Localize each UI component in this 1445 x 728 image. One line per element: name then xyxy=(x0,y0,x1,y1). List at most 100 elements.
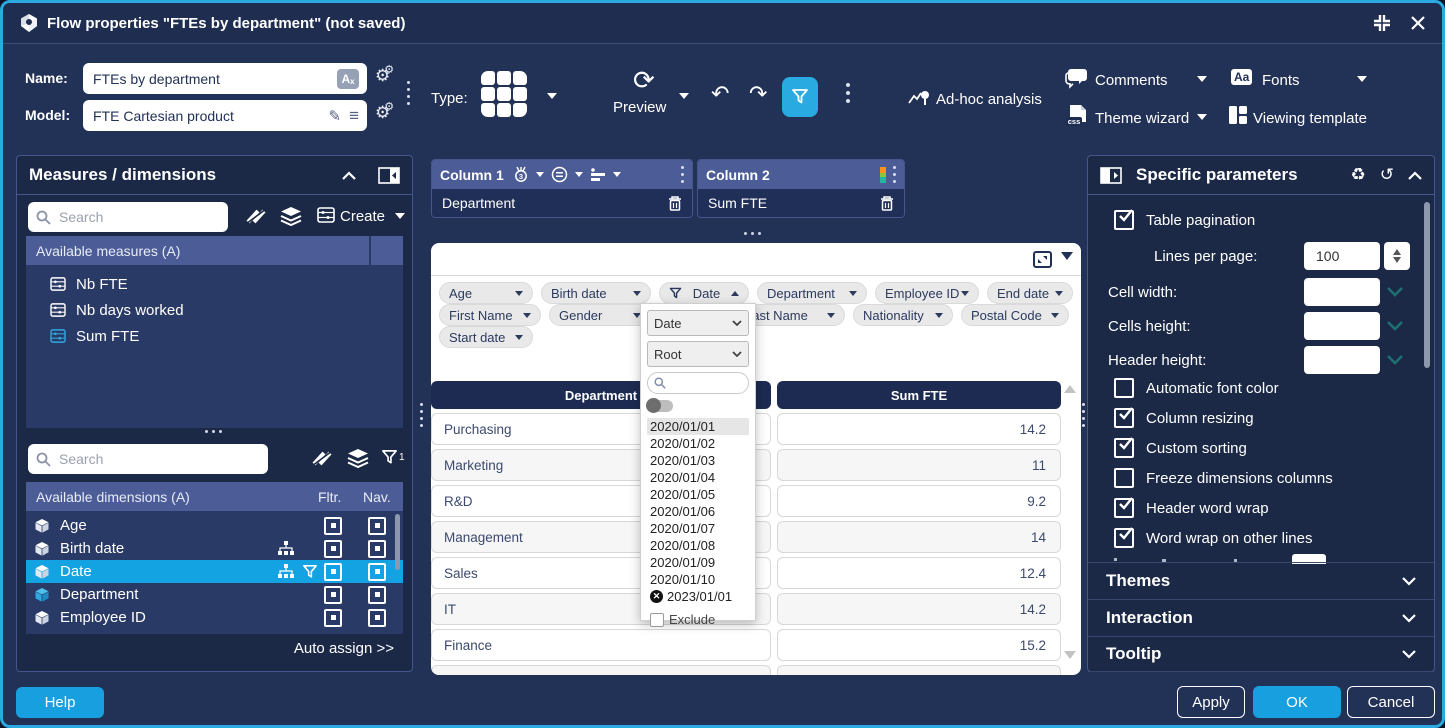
redo-icon[interactable]: ↷ xyxy=(749,81,767,107)
date-option-removed[interactable]: ✕2023/01/01 xyxy=(647,588,749,605)
date-option[interactable]: 2020/01/10 xyxy=(647,571,749,588)
right-splitter-handle[interactable] xyxy=(1082,403,1085,427)
measures-search-input[interactable] xyxy=(57,208,220,226)
column1-field[interactable]: Department xyxy=(432,189,692,217)
fltr-checkbox[interactable] xyxy=(324,517,342,535)
column-resizing-checkbox[interactable] xyxy=(1114,408,1134,428)
translate-icon[interactable]: Ax xyxy=(337,69,359,89)
measure-item-selected[interactable]: Sum FTE xyxy=(26,323,403,349)
model-settings-gears-icon[interactable]: ⚙⚙ xyxy=(375,103,400,123)
edit-model-icon[interactable]: ✎ xyxy=(329,107,342,125)
root-select[interactable]: Root xyxy=(647,341,749,367)
fonts-button[interactable]: Fonts xyxy=(1262,72,1300,89)
model-input[interactable] xyxy=(83,101,329,131)
preview-dropdown-icon[interactable] xyxy=(679,93,689,99)
dimension-row-age[interactable]: Age xyxy=(26,514,403,537)
dimension-row-birth-date[interactable]: Birth date xyxy=(26,537,403,560)
automatic-font-color-checkbox[interactable] xyxy=(1114,378,1134,398)
section-interaction[interactable]: Interaction xyxy=(1088,599,1434,636)
toolbar-splitter-handle[interactable] xyxy=(407,81,410,105)
columns-splitter-handle[interactable] xyxy=(744,232,761,235)
apply-button[interactable]: Apply xyxy=(1177,686,1245,718)
hide-dimensions-icon[interactable] xyxy=(310,450,334,468)
comments-button[interactable]: Comments xyxy=(1095,72,1168,89)
preview-refresh-icon[interactable]: ⟳ xyxy=(633,65,655,96)
maximize-preview-icon[interactable] xyxy=(1033,251,1052,268)
filter-chip-birth-date[interactable]: Birth date xyxy=(541,282,651,304)
auto-assign-link[interactable]: Auto assign >> xyxy=(294,640,394,657)
fonts-dropdown-icon[interactable] xyxy=(1357,76,1367,82)
nav-checkbox[interactable] xyxy=(368,517,386,535)
select-all-toggle[interactable] xyxy=(647,400,673,412)
filter-toggle-button[interactable] xyxy=(782,77,818,117)
create-button[interactable]: Create xyxy=(340,208,385,225)
exclude-option[interactable]: Exclude xyxy=(647,611,749,628)
theme-wizard-button[interactable]: Theme wizard xyxy=(1095,110,1189,127)
undo-icon[interactable]: ↶ xyxy=(711,81,729,107)
history-icon[interactable]: ↺ xyxy=(1380,165,1394,185)
fltr-checkbox[interactable] xyxy=(324,609,342,627)
freeze-dimensions-columns-row[interactable]: Freeze dimensions columns xyxy=(1114,468,1333,488)
cancel-button[interactable]: Cancel xyxy=(1347,686,1435,718)
remove-column1-icon[interactable] xyxy=(668,195,682,211)
date-option[interactable]: 2020/01/01 xyxy=(647,418,749,435)
date-option[interactable]: 2020/01/09 xyxy=(647,554,749,571)
header-word-wrap-row[interactable]: Header word wrap xyxy=(1114,498,1269,518)
column2-menu-icon[interactable] xyxy=(893,166,896,183)
date-option[interactable]: 2020/01/05 xyxy=(647,486,749,503)
nav-checkbox[interactable] xyxy=(368,563,386,581)
fltr-checkbox[interactable] xyxy=(324,540,342,558)
ranking-icon[interactable]: 3 xyxy=(513,166,529,183)
header-height-unit-dropdown-icon[interactable] xyxy=(1386,354,1404,365)
expand-panel-icon[interactable] xyxy=(1100,167,1122,184)
table-scroll-up-icon[interactable] xyxy=(1064,385,1076,393)
dimension-row-date-selected[interactable]: Date xyxy=(26,560,403,583)
filter-chip-department[interactable]: Department xyxy=(757,282,867,304)
name-localization-gears-icon[interactable]: ⚙⚙ xyxy=(375,66,400,86)
section-tooltip[interactable]: Tooltip xyxy=(1088,636,1434,672)
reset-parameters-icon[interactable]: ♻ xyxy=(1351,165,1366,185)
section-themes[interactable]: Themes xyxy=(1088,562,1434,599)
nav-checkbox[interactable] xyxy=(368,586,386,604)
table-scroll-down-icon[interactable] xyxy=(1064,651,1076,659)
filter-chip-employee-id[interactable]: Employee ID xyxy=(875,282,979,304)
color-scale-icon[interactable] xyxy=(880,167,886,183)
date-option[interactable]: 2020/01/03 xyxy=(647,452,749,469)
sort-icon[interactable] xyxy=(590,168,606,182)
custom-sorting-row[interactable]: Custom sorting xyxy=(1114,438,1247,458)
column-resizing-row[interactable]: Column resizing xyxy=(1114,408,1254,428)
layers-icon[interactable] xyxy=(347,448,369,468)
adhoc-analysis-button[interactable]: Ad-hoc analysis xyxy=(936,91,1042,108)
cell-width-input[interactable] xyxy=(1304,278,1380,306)
date-option[interactable]: 2020/01/06 xyxy=(647,503,749,520)
table-pagination-row[interactable]: Table pagination xyxy=(1114,210,1255,230)
active-filters-icon[interactable]: 1 xyxy=(381,449,404,471)
comments-dropdown-icon[interactable] xyxy=(1197,76,1207,82)
dimensions-search-input[interactable] xyxy=(57,450,260,468)
collapse-chevron-icon[interactable] xyxy=(1408,171,1422,180)
filter-chip-date-open[interactable]: Date xyxy=(659,282,749,304)
freeze-dimensions-columns-checkbox[interactable] xyxy=(1114,468,1134,488)
date-option[interactable]: 2020/01/07 xyxy=(647,520,749,537)
exclude-checkbox[interactable] xyxy=(650,613,664,627)
date-option[interactable]: 2020/01/02 xyxy=(647,435,749,452)
restore-window-icon[interactable] xyxy=(1372,13,1392,33)
popup-search-input[interactable] xyxy=(647,372,749,394)
remove-date-icon[interactable]: ✕ xyxy=(650,590,663,603)
model-menu-icon[interactable]: ≡ xyxy=(349,106,359,126)
hide-measures-icon[interactable] xyxy=(244,208,268,226)
automatic-font-color-row[interactable]: Automatic font color xyxy=(1114,378,1279,398)
collapse-chevron-icon[interactable] xyxy=(342,171,356,180)
filter-chip-gender[interactable]: Gender xyxy=(549,304,651,326)
more-tools-menu-icon[interactable] xyxy=(846,83,850,103)
parameters-scrollbar[interactable] xyxy=(1424,202,1430,368)
cell-width-unit-dropdown-icon[interactable] xyxy=(1386,286,1404,297)
preview-label[interactable]: Preview xyxy=(613,99,666,116)
lines-per-page-stepper[interactable] xyxy=(1384,242,1410,270)
collapse-panel-icon[interactable] xyxy=(378,167,400,184)
word-wrap-other-lines-row[interactable]: Word wrap on other lines xyxy=(1114,528,1312,548)
header-word-wrap-checkbox[interactable] xyxy=(1114,498,1134,518)
cells-height-input[interactable] xyxy=(1304,312,1380,340)
dimension-row-employee-id[interactable]: Employee ID xyxy=(26,606,403,629)
table-pagination-checkbox[interactable] xyxy=(1114,210,1134,230)
